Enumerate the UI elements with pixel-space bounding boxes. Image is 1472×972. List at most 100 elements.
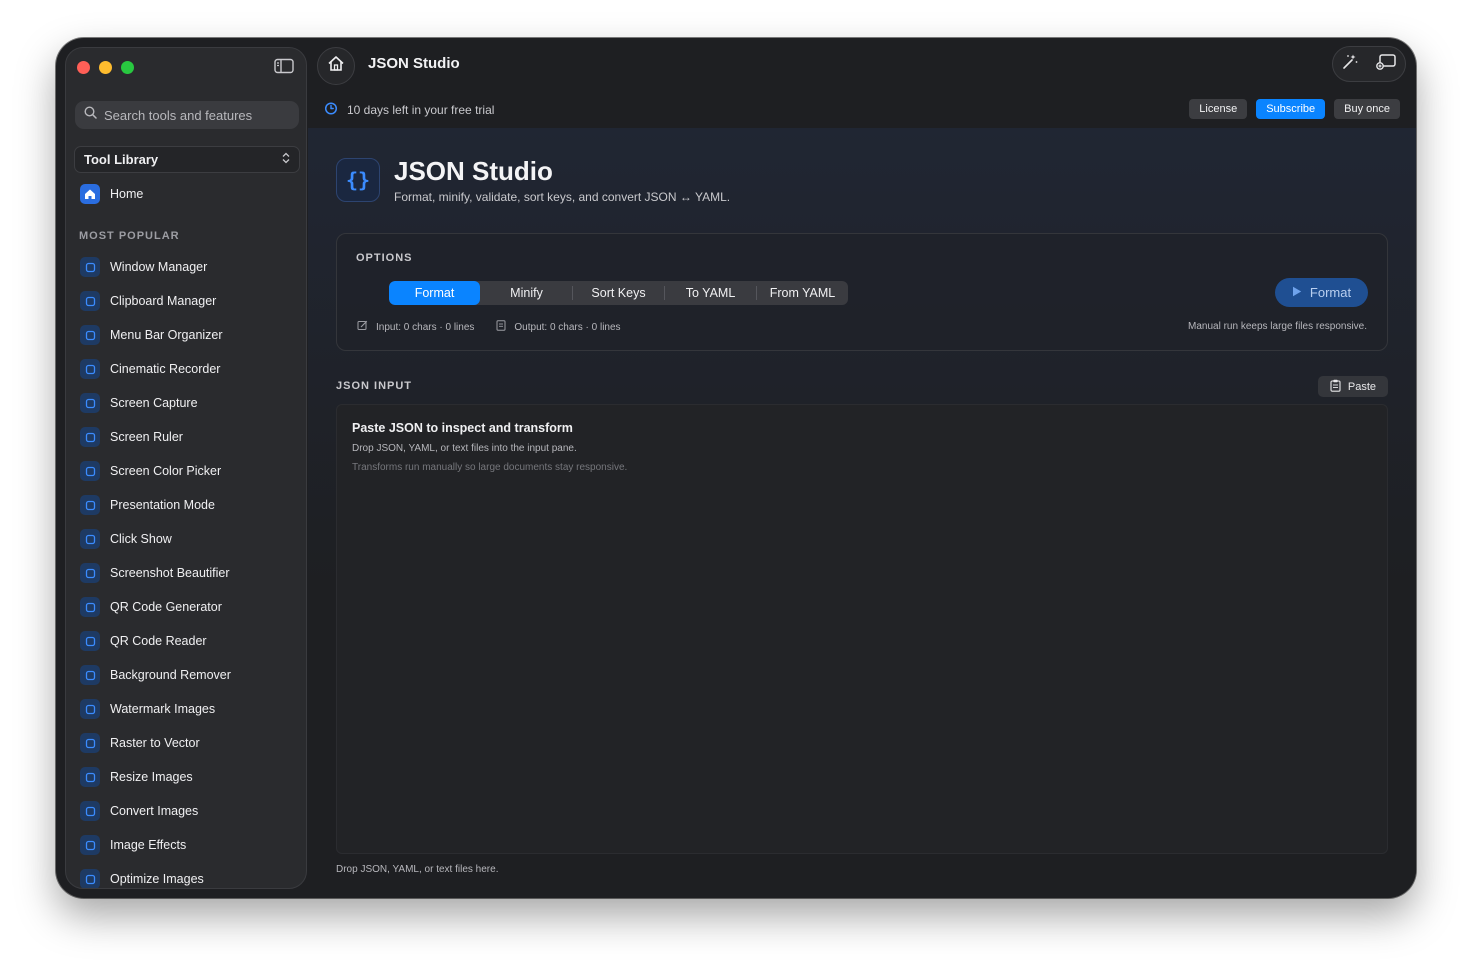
- sidebar-item-raster-to-vector[interactable]: Raster to Vector: [80, 726, 231, 760]
- search-input[interactable]: [104, 107, 284, 123]
- sidebar-item-label: Screenshot Beautifier: [110, 566, 230, 580]
- sidebar-item-menu-bar-organizer[interactable]: Menu Bar Organizer: [80, 318, 231, 352]
- clipboard-icon: [80, 291, 100, 311]
- timer-icon: [324, 101, 338, 118]
- mode-tab-format[interactable]: Format: [389, 281, 480, 305]
- sidebar-item-label: Optimize Images: [110, 872, 204, 886]
- subscribe-button[interactable]: Subscribe: [1256, 99, 1326, 119]
- mode-tab-from-yaml[interactable]: From YAML: [757, 281, 848, 305]
- sidebar-item-resize-images[interactable]: Resize Images: [80, 760, 231, 794]
- sidebar-item-qr-code-reader[interactable]: QR Code Reader: [80, 624, 231, 658]
- sidebar-item-screen-color-picker[interactable]: Screen Color Picker: [80, 454, 231, 488]
- sidebar-item-window-manager[interactable]: Window Manager: [80, 250, 231, 284]
- sidebar-item-click-show[interactable]: Click Show: [80, 522, 231, 556]
- beautify-icon: [80, 563, 100, 583]
- buy-once-button[interactable]: Buy once: [1334, 99, 1400, 119]
- vector-icon: [80, 733, 100, 753]
- page-title: JSON Studio: [394, 156, 553, 186]
- sidebar-item-screen-ruler[interactable]: Screen Ruler: [80, 420, 231, 454]
- resize-icon: [80, 767, 100, 787]
- sidebar-item-presentation-mode[interactable]: Presentation Mode: [80, 488, 231, 522]
- main-area: JSON Studio 10 days left in your free tr…: [308, 38, 1416, 898]
- sidebar-item-label: Screen Capture: [110, 396, 198, 410]
- sidebar-item-label: QR Code Generator: [110, 600, 222, 614]
- sidebar-item-background-remover[interactable]: Background Remover: [80, 658, 231, 692]
- home-button[interactable]: [317, 47, 355, 85]
- close-window-button[interactable]: [77, 61, 90, 74]
- sidebar-item-optimize-images[interactable]: Optimize Images: [80, 862, 231, 888]
- sidebar-item-convert-images[interactable]: Convert Images: [80, 794, 231, 828]
- screen-share-icon[interactable]: [1375, 53, 1397, 76]
- license-button[interactable]: License: [1189, 99, 1248, 119]
- eyedropper-icon: [80, 461, 100, 481]
- sidebar-item-label: Clipboard Manager: [110, 294, 217, 308]
- minimize-window-button[interactable]: [99, 61, 112, 74]
- empty-state-title: Paste JSON to inspect and transform: [352, 421, 573, 435]
- sidebar-item-label: Window Manager: [110, 260, 208, 274]
- sidebar-item-image-effects[interactable]: Image Effects: [80, 828, 231, 862]
- run-format-button[interactable]: Format: [1275, 278, 1368, 307]
- run-format-label: Format: [1309, 285, 1352, 300]
- sidebar-item-label: Screen Color Picker: [110, 464, 222, 478]
- qr-icon: [80, 597, 100, 617]
- sidebar-item-clipboard-manager[interactable]: Clipboard Manager: [80, 284, 231, 318]
- window-controls: [77, 61, 134, 74]
- sidebar-item-home[interactable]: Home: [80, 184, 143, 204]
- search-box[interactable]: [75, 101, 299, 129]
- sidebar-item-label: Background Remover: [110, 668, 231, 682]
- empty-state-note: Transforms run manually so large documen…: [352, 462, 628, 473]
- json-input-label: JSON INPUT: [336, 380, 413, 392]
- chevron-updown-icon: [282, 152, 290, 167]
- ruler-icon: [80, 427, 100, 447]
- paste-icon: [1330, 379, 1341, 395]
- record-icon: [80, 359, 100, 379]
- window-icon: [80, 257, 100, 277]
- zoom-window-button[interactable]: [121, 61, 134, 74]
- sidebar-item-label: Raster to Vector: [110, 736, 200, 750]
- section-label: MOST POPULAR: [79, 230, 180, 242]
- paste-button[interactable]: Paste: [1318, 376, 1388, 397]
- purchase-buttons: License Subscribe Buy once: [1189, 99, 1400, 119]
- sidebar-item-label: Watermark Images: [110, 702, 216, 716]
- sidebar-item-screen-capture[interactable]: Screen Capture: [80, 386, 231, 420]
- io-stats: Input: 0 chars · 0 lines Output: 0 chars…: [357, 320, 621, 334]
- menubar-icon: [80, 325, 100, 345]
- sidebar-item-cinematic-recorder[interactable]: Cinematic Recorder: [80, 352, 231, 386]
- sidebar-item-watermark-images[interactable]: Watermark Images: [80, 692, 231, 726]
- trial-bar: 10 days left in your free trial License …: [308, 90, 1416, 129]
- trial-text: 10 days left in your free trial: [347, 102, 495, 117]
- input-stats: Input: 0 chars · 0 lines: [376, 321, 475, 333]
- search-icon: [84, 106, 97, 124]
- optimize-icon: [80, 869, 100, 888]
- mode-segmented-control: Format Minify Sort Keys To YAML From YAML: [389, 281, 848, 305]
- tool-library-select[interactable]: Tool Library: [74, 146, 300, 173]
- qr-scan-icon: [80, 631, 100, 651]
- sidebar-item-label: Screen Ruler: [110, 430, 183, 444]
- play-icon: [1292, 285, 1302, 300]
- mode-tab-to-yaml[interactable]: To YAML: [665, 281, 756, 305]
- json-braces-icon: {}: [336, 158, 380, 202]
- window-title: JSON Studio: [368, 55, 460, 72]
- mode-tab-sort-keys[interactable]: Sort Keys: [573, 281, 664, 305]
- sidebar-item-label: Home: [110, 187, 144, 201]
- effects-icon: [80, 835, 100, 855]
- sidebar-item-qr-code-generator[interactable]: QR Code Generator: [80, 590, 231, 624]
- paste-label: Paste: [1347, 380, 1377, 393]
- sidebar-item-label: Resize Images: [110, 770, 193, 784]
- sidebar-item-label: Click Show: [110, 532, 172, 546]
- sidebar-toggle-icon[interactable]: [274, 58, 294, 74]
- sidebar: Tool Library Home MOST POPULAR Window Ma…: [65, 47, 307, 889]
- house-icon: [80, 184, 100, 204]
- manual-run-hint: Manual run keeps large files responsive.: [1188, 321, 1367, 332]
- background-icon: [80, 665, 100, 685]
- magic-wand-icon[interactable]: [1341, 53, 1359, 76]
- trial-notice: 10 days left in your free trial: [324, 101, 494, 118]
- sidebar-item-label: QR Code Reader: [110, 634, 207, 648]
- mode-tab-minify[interactable]: Minify: [481, 281, 572, 305]
- sidebar-item-screenshot-beautifier[interactable]: Screenshot Beautifier: [80, 556, 231, 590]
- options-label: OPTIONS: [356, 252, 413, 264]
- drop-hint: Drop JSON, YAML, or text files here.: [336, 864, 499, 875]
- sidebar-item-label: Presentation Mode: [110, 498, 215, 512]
- document-icon: [496, 320, 506, 334]
- json-input-pane[interactable]: Paste JSON to inspect and transform Drop…: [336, 404, 1388, 854]
